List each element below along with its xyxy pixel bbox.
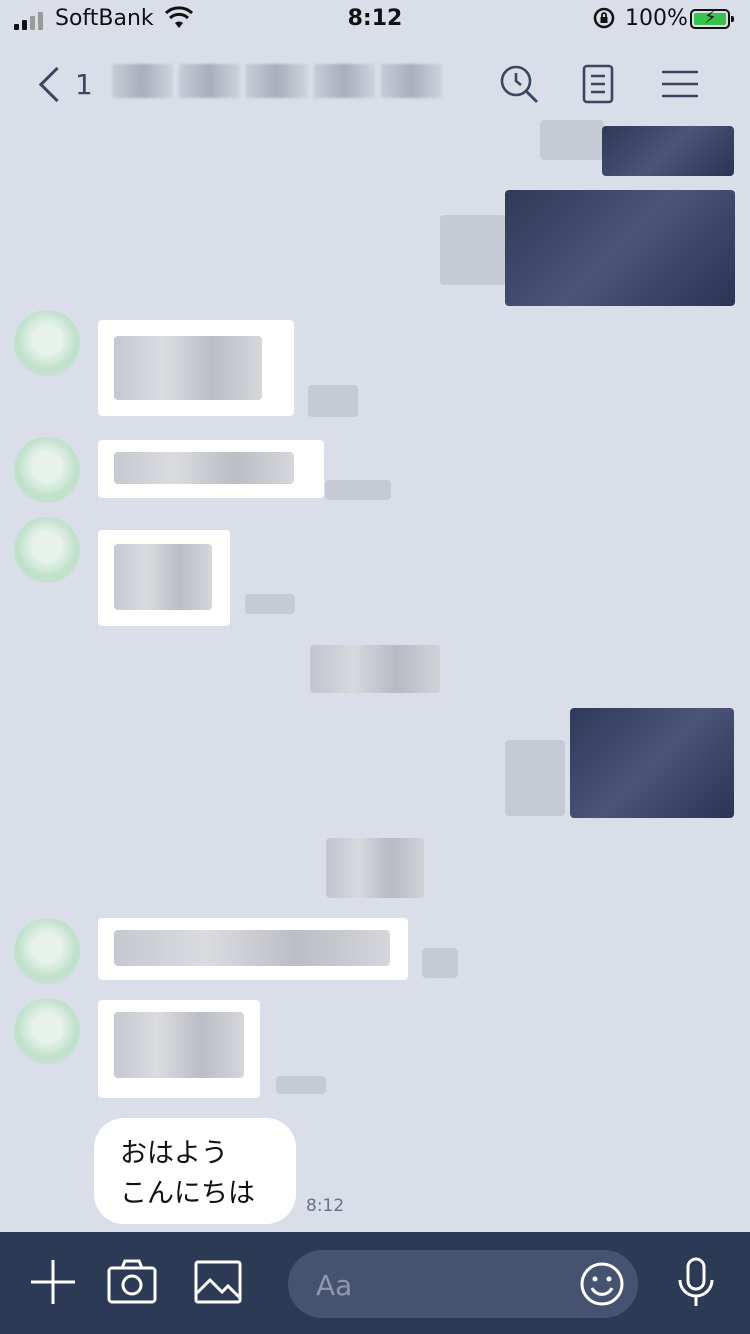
message-input[interactable] <box>314 1262 558 1308</box>
emoji-icon <box>580 1262 624 1306</box>
message-line: おはよう <box>120 1138 228 1169</box>
chevron-left-icon <box>38 66 75 102</box>
notes-icon <box>582 64 614 104</box>
redacted-time <box>325 480 391 500</box>
menu-icon <box>662 70 698 98</box>
unread-count: 1 <box>75 67 93 101</box>
sent-message-redacted[interactable] <box>602 126 734 176</box>
redacted-time <box>308 385 358 417</box>
battery-icon: ⚡ <box>690 7 734 29</box>
emoji-button[interactable] <box>578 1260 626 1308</box>
image-icon <box>194 1260 242 1304</box>
redacted-block <box>440 215 506 285</box>
avatar[interactable] <box>14 998 80 1064</box>
message-time: 8:12 <box>306 1196 345 1216</box>
avatar[interactable] <box>14 310 80 376</box>
redacted-text <box>114 544 212 610</box>
rotation-lock-icon <box>592 6 616 36</box>
redacted-text <box>114 930 390 966</box>
mic-icon <box>678 1257 714 1306</box>
redacted-time <box>422 948 458 978</box>
image-button[interactable] <box>192 1256 244 1308</box>
sent-message-redacted[interactable] <box>570 708 734 818</box>
date-separator-redacted <box>310 645 440 693</box>
search-icon <box>500 65 538 103</box>
notes-button[interactable] <box>576 62 620 106</box>
input-bar <box>0 1232 750 1334</box>
redacted-block <box>505 740 565 816</box>
avatar[interactable] <box>14 918 80 984</box>
menu-button[interactable] <box>658 62 702 106</box>
redacted-block <box>540 120 604 160</box>
search-button[interactable] <box>497 62 541 106</box>
camera-button[interactable] <box>106 1256 158 1308</box>
back-button[interactable]: 1 <box>36 62 96 106</box>
message-input-field[interactable] <box>288 1250 638 1318</box>
chat-title-redacted <box>112 64 443 98</box>
mic-button[interactable] <box>670 1256 722 1308</box>
plus-button[interactable] <box>27 1256 79 1308</box>
redacted-text <box>114 452 294 484</box>
redacted-text <box>114 336 262 400</box>
status-bar: SoftBank 8:12 100% ⚡ <box>0 0 750 40</box>
chat-header: 1 <box>0 50 750 120</box>
avatar[interactable] <box>14 437 80 503</box>
redacted-text <box>114 1012 244 1078</box>
battery-percent: 100% <box>625 6 688 31</box>
sent-message-redacted[interactable] <box>505 190 735 306</box>
message-line: こんにちは <box>120 1178 255 1209</box>
redacted-time <box>276 1076 326 1094</box>
date-separator-redacted <box>326 838 424 898</box>
redacted-time <box>245 594 295 614</box>
plus-icon <box>31 1260 75 1304</box>
avatar[interactable] <box>14 517 80 583</box>
camera-icon <box>107 1259 157 1304</box>
received-message[interactable]: おはよう こんにちは <box>94 1118 296 1224</box>
